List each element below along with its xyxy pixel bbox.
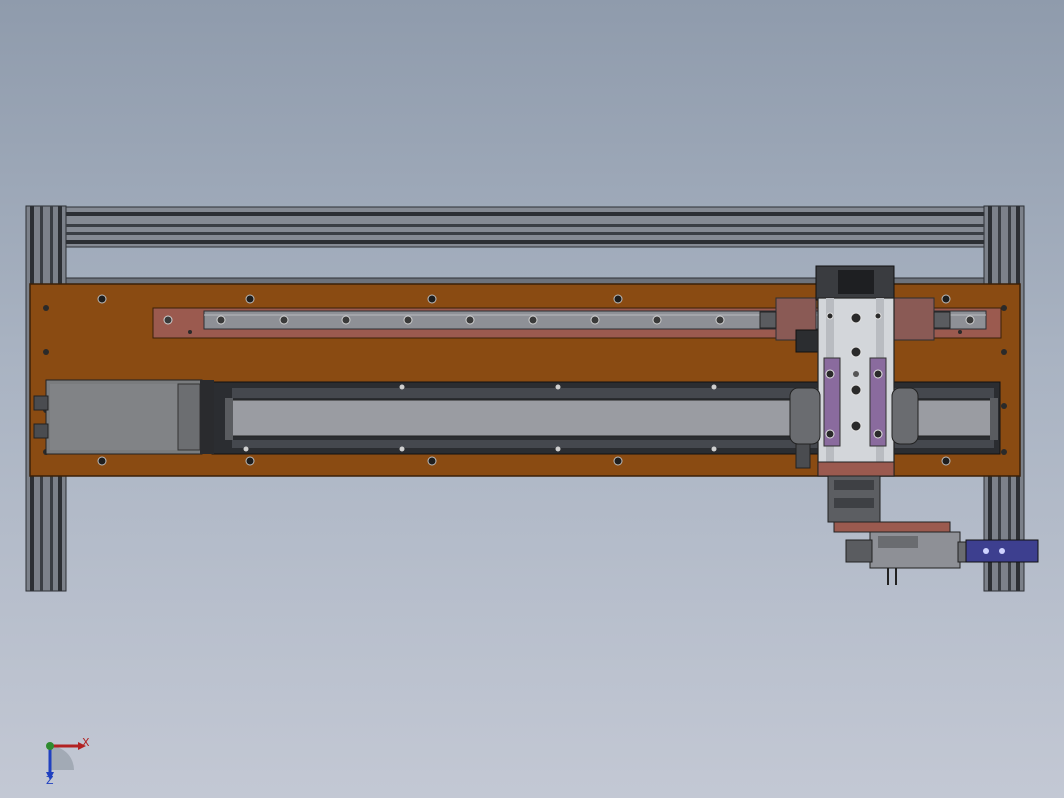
rail-block-right bbox=[893, 297, 935, 341]
axis-triad: X Z bbox=[46, 736, 90, 787]
z-axis-label: Z bbox=[46, 774, 54, 787]
actuator-cover bbox=[231, 399, 803, 437]
assembly-drawing: X Z bbox=[25, 205, 1039, 787]
x-axis-label: X bbox=[82, 736, 90, 749]
y-axis-point bbox=[46, 742, 54, 750]
cad-viewport[interactable]: X Z bbox=[0, 0, 1064, 798]
stepper-motor[interactable] bbox=[33, 379, 214, 455]
